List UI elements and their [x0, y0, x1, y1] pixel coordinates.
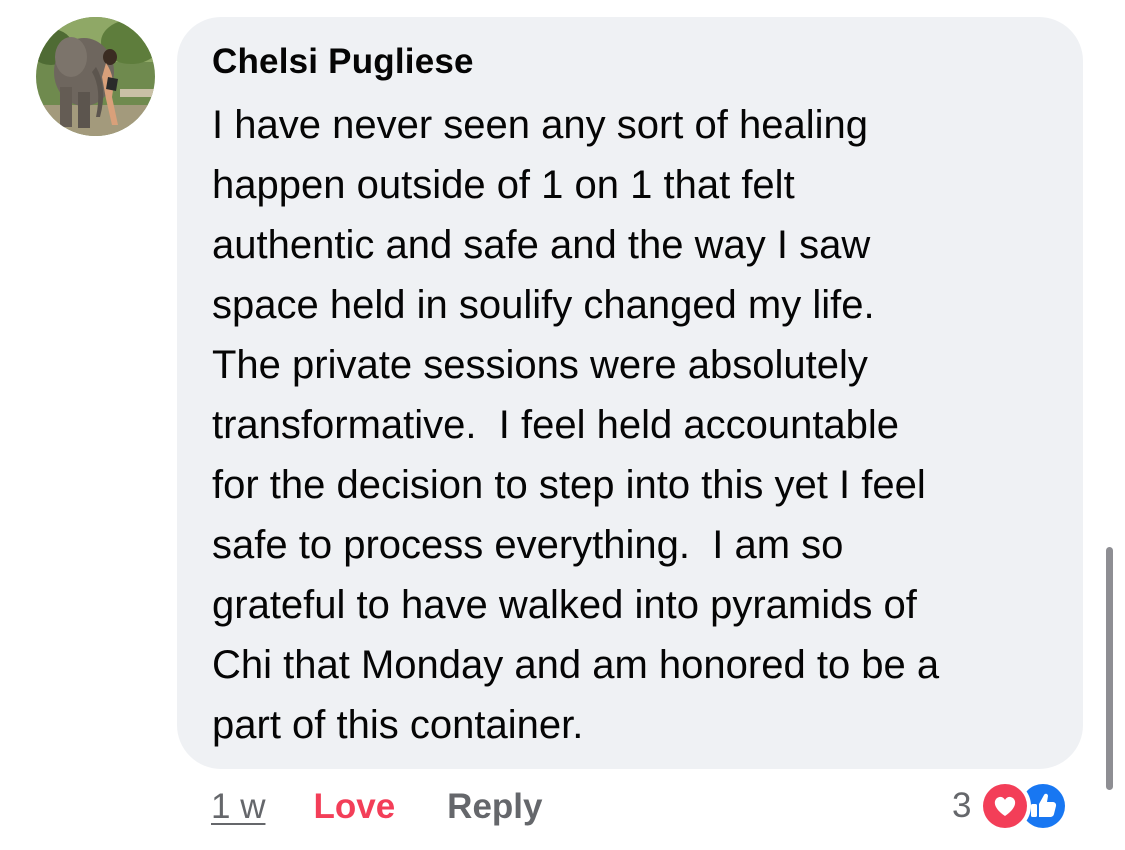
love-button[interactable]: Love — [313, 787, 395, 827]
comment-line: Chi that Monday and am honored to be a — [212, 643, 940, 687]
author-avatar[interactable] — [36, 17, 155, 136]
love-reaction-icon — [979, 780, 1032, 832]
comment-actions: 1 w Love Reply — [211, 782, 542, 832]
reaction-icons — [979, 780, 1071, 832]
comment-line: I have never seen any sort of healing — [212, 103, 868, 147]
scrollbar-thumb[interactable] — [1106, 547, 1113, 790]
avatar-photo — [36, 17, 155, 136]
comment-line: part of this container. — [212, 703, 584, 747]
author-name[interactable]: Chelsi Pugliese — [212, 41, 1053, 83]
timestamp-link[interactable]: 1 w — [211, 787, 265, 827]
comment-text: I have never seen any sort of healing ha… — [212, 95, 1053, 755]
comment-bubble: Chelsi Pugliese I have never seen any so… — [177, 17, 1083, 769]
comment-line: transformative. I feel held accountable — [212, 403, 900, 447]
comment-line: safe to process everything. I am so — [212, 523, 844, 567]
comment-line: authentic and safe and the way I saw — [212, 223, 871, 267]
comment-view: Chelsi Pugliese I have never seen any so… — [0, 0, 1125, 850]
comment-line: happen outside of 1 on 1 that felt — [212, 163, 795, 207]
comment-line: The private sessions were absolutely — [212, 343, 868, 387]
reaction-summary[interactable]: 3 — [952, 778, 1071, 834]
reaction-count: 3 — [952, 786, 972, 825]
comment-line: for the decision to step into this yet I… — [212, 463, 926, 507]
comment-line: space held in soulify changed my life. — [212, 283, 875, 327]
comment-line: grateful to have walked into pyramids of — [212, 583, 917, 627]
reply-button[interactable]: Reply — [447, 787, 542, 827]
